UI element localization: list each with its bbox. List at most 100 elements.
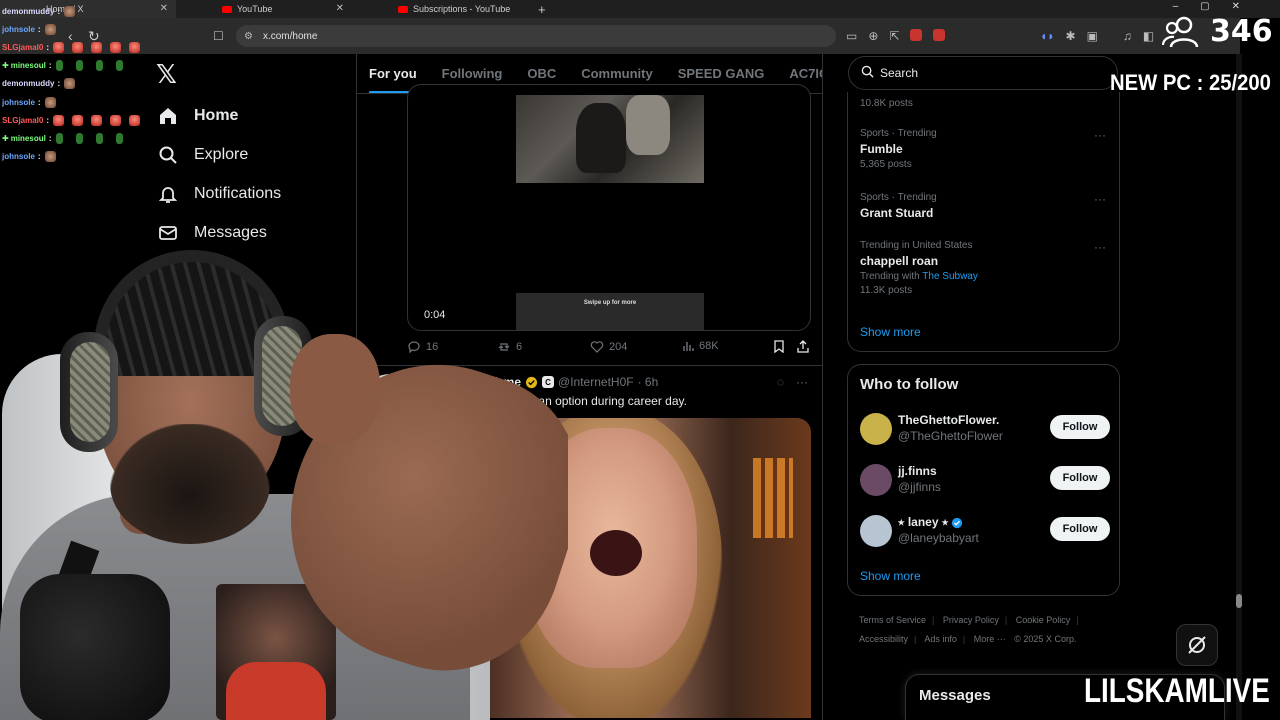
chat-separator: :: [37, 97, 41, 107]
emote-icon: [110, 41, 122, 53]
page-scrollbar[interactable]: [1236, 54, 1242, 720]
trend-item[interactable]: Sports · Trending Fumble 5,365 posts ···: [860, 128, 1110, 170]
zoom-icon[interactable]: ⊕: [868, 29, 878, 43]
chat-separator: :: [57, 6, 61, 16]
suggested-user[interactable]: jj.finns @jjfinns Follow: [860, 462, 1110, 498]
chat-username[interactable]: johnsole: [2, 25, 35, 34]
site-info-icon[interactable]: ⚙: [244, 31, 253, 42]
more-link[interactable]: More ···: [974, 634, 1006, 644]
cast-icon[interactable]: ▭: [846, 29, 857, 43]
emote-icon: [75, 60, 83, 72]
video-thumbnail: [516, 95, 704, 183]
trend-meta: Sports · Trending: [860, 192, 937, 203]
nav-home[interactable]: Home: [156, 104, 238, 128]
more-icon[interactable]: ···: [1094, 192, 1106, 206]
chat-username[interactable]: SLGjamal0: [2, 116, 43, 125]
sidebar-icon[interactable]: ◧: [1143, 29, 1154, 43]
author-handle[interactable]: @InternetH0F: [558, 375, 634, 389]
accessibility-link[interactable]: Accessibility: [859, 634, 908, 644]
chat-username[interactable]: demonmuddy: [2, 79, 54, 88]
shield-extension-icon[interactable]: [910, 29, 923, 41]
url-bar[interactable]: ⚙ x.com/home: [236, 25, 836, 47]
trend-count: 10.8K posts: [860, 98, 913, 109]
emote-icon: [55, 132, 63, 144]
share-post-icon: [797, 340, 809, 353]
alert-extension-icon[interactable]: [933, 29, 946, 41]
chat-username[interactable]: johnsole: [2, 98, 35, 107]
search-input[interactable]: Search: [848, 56, 1118, 90]
trend-meta: Trending in United States: [860, 240, 973, 251]
trend-item[interactable]: Sports · Trending Grant Stuard ···: [860, 192, 1110, 220]
media-icon[interactable]: ▣: [1087, 29, 1098, 43]
chat-message: johnsole:: [2, 20, 162, 38]
more-icon[interactable]: ···: [796, 375, 808, 389]
trends-show-more[interactable]: Show more: [860, 325, 921, 339]
new-tab-button[interactable]: +: [538, 2, 546, 17]
privacy-link[interactable]: Privacy Policy: [943, 615, 999, 625]
chat-message: johnsole:: [2, 93, 162, 111]
who-to-follow-panel: Who to follow TheGhettoFlower. @TheGhett…: [847, 364, 1120, 596]
share-post-button[interactable]: [797, 340, 809, 353]
minimize-button[interactable]: –: [1173, 1, 1179, 12]
bookmark-post-button[interactable]: [773, 340, 785, 353]
more-icon[interactable]: ···: [1094, 128, 1106, 142]
scroll-thumb[interactable]: [1236, 594, 1242, 608]
trend-item[interactable]: 10.8K posts: [860, 98, 1110, 109]
audio-icon[interactable]: ◖◗: [1040, 29, 1055, 43]
follow-button[interactable]: Follow: [1050, 466, 1110, 490]
emote-icon: [115, 60, 123, 72]
bookmark-icon[interactable]: ☐: [213, 29, 224, 43]
chat-username[interactable]: johnsole: [2, 152, 35, 161]
close-window-button[interactable]: ✕: [1232, 1, 1240, 12]
emote-icon: [115, 132, 123, 144]
views-button[interactable]: 68K: [682, 340, 719, 352]
terms-link[interactable]: Terms of Service: [859, 615, 926, 625]
close-tab-icon[interactable]: ✕: [336, 3, 344, 14]
chat-username[interactable]: demonmuddy: [2, 7, 54, 16]
avatar[interactable]: [860, 413, 892, 445]
chat-separator: :: [37, 24, 41, 34]
extension-icons-right: ◖◗ ✱ ▣ ♫ ◧: [1040, 29, 1154, 43]
share-icon[interactable]: ⇱: [889, 29, 899, 43]
nav-messages[interactable]: Messages: [156, 221, 267, 245]
more-icon[interactable]: ···: [1094, 240, 1106, 254]
chat-message: SLGjamal0:: [2, 111, 162, 129]
ads-info-link[interactable]: Ads info: [924, 634, 957, 644]
avatar[interactable]: [860, 515, 892, 547]
follow-button[interactable]: Follow: [1050, 517, 1110, 541]
music-icon[interactable]: ♫: [1123, 29, 1132, 43]
follow-button[interactable]: Follow: [1050, 415, 1110, 439]
puzzle-icon[interactable]: ✱: [1066, 29, 1076, 43]
maximize-button[interactable]: ▢: [1200, 1, 1209, 12]
cookie-link[interactable]: Cookie Policy: [1016, 615, 1071, 625]
nav-notifications[interactable]: Notifications: [156, 182, 281, 206]
trend-item[interactable]: Trending in United States chappell roan …: [860, 240, 1110, 296]
who-to-follow-show-more[interactable]: Show more: [860, 569, 921, 583]
nav-explore[interactable]: Explore: [156, 143, 248, 167]
chat-username[interactable]: minesoul: [11, 134, 46, 143]
emote-icon: [64, 78, 76, 90]
suggested-user[interactable]: ⭑ laney ⭑ @laneybabyart Follow: [860, 513, 1110, 549]
user-name: jj.finns: [898, 464, 937, 478]
suggested-user[interactable]: TheGhettoFlower. @TheGhettoFlower Follow: [860, 411, 1110, 447]
user-handle: @jjfinns: [898, 480, 941, 494]
grok-button[interactable]: [1176, 624, 1218, 666]
grok-icon[interactable]: ◌: [777, 375, 784, 389]
heart-icon: [590, 341, 604, 353]
footer-links: Terms of Service | Privacy Policy | Cookie…: [859, 615, 1079, 644]
avatar[interactable]: [860, 464, 892, 496]
like-button[interactable]: 204: [590, 340, 627, 354]
url-text: x.com/home: [262, 30, 318, 42]
chat-badge-icon: ✚: [2, 133, 9, 143]
chat-message: SLGjamal0:: [2, 38, 162, 56]
extension-icons: ▭ ⊕ ⇱: [846, 29, 946, 43]
user-handle: @laneybabyart: [898, 531, 979, 545]
tab-subscriptions[interactable]: Subscriptions - YouTube: [352, 0, 528, 18]
tab-youtube[interactable]: YouTube ✕: [176, 0, 352, 18]
chat-username[interactable]: SLGjamal0: [2, 43, 43, 52]
chat-username[interactable]: minesoul: [11, 61, 46, 70]
tab-for-you[interactable]: For you: [369, 54, 417, 93]
trend-with-link[interactable]: The Subway: [922, 271, 978, 282]
chat-separator: :: [48, 133, 52, 143]
emote-icon: [55, 60, 63, 72]
